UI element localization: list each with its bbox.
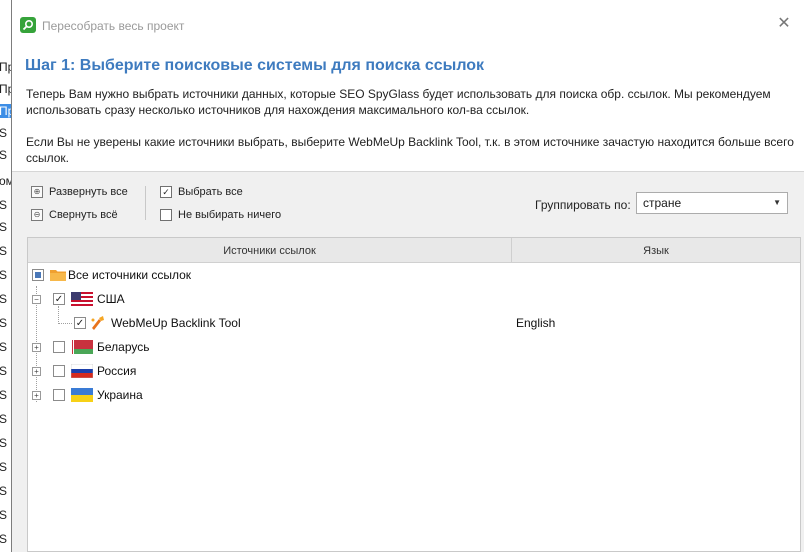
country-label: Россия <box>97 364 137 378</box>
collapse-all-icon: ⊖ <box>31 209 43 221</box>
folder-icon <box>50 270 66 281</box>
source-language: English <box>516 316 556 330</box>
expand-all-label: Развернуть все <box>49 186 128 198</box>
background-row: S <box>0 484 8 498</box>
by-flag-icon <box>71 340 93 354</box>
background-row: S <box>0 388 8 402</box>
step-header: Шаг 1: Выберите поисковые системы для по… <box>12 43 804 172</box>
table-header: Источники ссылок Язык <box>28 238 800 263</box>
select-none-button[interactable]: Не выбирать ничего <box>160 207 281 223</box>
root-checkbox[interactable] <box>32 269 44 281</box>
country-checkbox[interactable] <box>53 365 65 377</box>
background-row: S <box>0 532 8 546</box>
tree-row-country[interactable]: + Украина <box>28 383 800 407</box>
toolbar-divider <box>145 186 146 220</box>
background-row: S <box>0 508 8 522</box>
root-label: Все источники ссылок <box>68 268 192 282</box>
app-logo-icon <box>20 17 36 33</box>
source-toolbar: ⊕ Развернуть все ⊖ Свернуть всё ✓ Выбрат… <box>12 172 804 234</box>
ua-flag-icon <box>71 388 93 402</box>
collapse-all-label: Свернуть всё <box>49 209 118 221</box>
hint-paragraph: Если Вы не уверены какие источники выбра… <box>26 135 794 165</box>
select-none-label: Не выбирать ничего <box>178 209 282 221</box>
background-row: S <box>0 244 8 258</box>
collapse-node-icon[interactable]: − <box>32 295 41 304</box>
tree-row-source[interactable]: ✓ WebMeUp Backlink Tool English <box>28 311 800 335</box>
dropdown-arrow-icon: ▼ <box>773 198 781 207</box>
background-row: S <box>0 412 8 426</box>
window-title: Пересобрать весь проект <box>42 19 185 33</box>
country-checkbox[interactable] <box>53 341 65 353</box>
source-label: WebMeUp Backlink Tool <box>111 316 241 330</box>
us-flag-icon <box>71 292 93 306</box>
country-checkbox[interactable] <box>53 389 65 401</box>
empty-box-icon <box>160 209 172 221</box>
background-row: S <box>0 436 8 450</box>
group-by-label: Группировать по: <box>535 198 631 212</box>
background-row: S <box>0 364 8 378</box>
background-row: S <box>0 198 8 212</box>
group-by-value: стране <box>643 196 682 210</box>
source-checkbox[interactable]: ✓ <box>74 317 86 329</box>
webmeup-icon <box>91 316 104 330</box>
tree-row-country[interactable]: − ✓ США <box>28 287 800 311</box>
close-icon[interactable]: ✕ <box>772 12 796 36</box>
tree-row-country[interactable]: + Беларусь <box>28 335 800 359</box>
sources-tree-table: Источники ссылок Язык Все источники ссыл… <box>27 237 801 552</box>
tree-row-country[interactable]: + Россия <box>28 359 800 383</box>
background-row: S <box>0 148 8 162</box>
country-label: Беларусь <box>97 340 150 354</box>
column-header-sources[interactable]: Источники ссылок <box>28 238 512 262</box>
background-row: S <box>0 220 8 234</box>
background-row: S <box>0 340 8 354</box>
rebuild-project-dialog: Пересобрать весь проект ✕ Шаг 1: Выберит… <box>11 0 804 552</box>
expand-node-icon[interactable]: + <box>32 391 41 400</box>
ru-flag-icon <box>71 364 93 378</box>
country-checkbox[interactable]: ✓ <box>53 293 65 305</box>
tree-row-root[interactable]: Все источники ссылок <box>28 263 800 287</box>
background-row: S <box>0 460 8 474</box>
column-header-language[interactable]: Язык <box>512 238 800 262</box>
collapse-all-button[interactable]: ⊖ Свернуть всё <box>31 207 118 223</box>
step-title: Шаг 1: Выберите поисковые системы для по… <box>25 57 485 74</box>
background-row: S <box>0 316 8 330</box>
country-label: США <box>97 292 125 306</box>
background-row: S <box>0 292 8 306</box>
select-all-label: Выбрать все <box>178 186 243 198</box>
expand-node-icon[interactable]: + <box>32 343 41 352</box>
group-by-select[interactable]: стране ▼ <box>636 192 788 214</box>
title-bar[interactable]: Пересобрать весь проект ✕ <box>12 0 804 43</box>
expand-all-icon: ⊕ <box>31 186 43 198</box>
background-row: S <box>0 268 8 282</box>
background-row: S <box>0 126 8 140</box>
description-paragraph: Теперь Вам нужно выбрать источники данны… <box>26 87 771 117</box>
select-all-button[interactable]: ✓ Выбрать все <box>160 184 243 200</box>
country-label: Украина <box>97 388 143 402</box>
expand-all-button[interactable]: ⊕ Развернуть все <box>31 184 128 200</box>
expand-node-icon[interactable]: + <box>32 367 41 376</box>
checked-box-icon: ✓ <box>160 186 172 198</box>
